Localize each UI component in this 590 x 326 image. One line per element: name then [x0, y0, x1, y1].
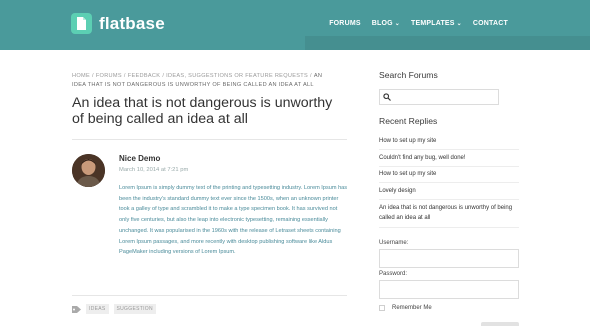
breadcrumb-separator: /: [162, 73, 165, 79]
breadcrumb-home[interactable]: HOME: [72, 73, 90, 79]
document-icon: [71, 13, 92, 34]
header-band: [305, 36, 590, 50]
page-title: An idea that is not dangerous is unworth…: [72, 95, 333, 127]
chevron-down-icon: ⌄: [394, 21, 400, 27]
search-heading: Search Forums: [379, 70, 438, 80]
tag-item[interactable]: IDEAS: [86, 304, 109, 314]
recent-reply-link[interactable]: An idea that is not dangerous is unworth…: [379, 204, 519, 223]
reply-divider: [379, 149, 519, 150]
chevron-down-icon: ⌄: [456, 21, 462, 27]
breadcrumb-separator: /: [123, 73, 126, 79]
tag-icon: [72, 305, 81, 313]
search-box[interactable]: [379, 89, 499, 105]
username-field[interactable]: [379, 249, 519, 268]
nav-forums-label: FORUMS: [329, 20, 361, 27]
username-label: Username:: [379, 240, 409, 246]
nav-contact-label: CONTACT: [472, 20, 508, 27]
avatar: [72, 154, 105, 187]
post-divider: [72, 295, 347, 296]
recent-reply-link[interactable]: How to set up my site: [379, 170, 519, 180]
site-logo[interactable]: flatbase: [71, 13, 165, 34]
reply-divider: [379, 182, 519, 183]
reply-divider: [379, 199, 519, 200]
breadcrumb-feedback[interactable]: FEEDBACK: [128, 73, 161, 79]
main-nav: FORUMS BLOG ⌄ TEMPLATES ⌄ CONTACT: [329, 20, 508, 27]
tag-item[interactable]: SUGGESTION: [113, 304, 156, 314]
search-icon: [383, 93, 391, 101]
post-date: March 10, 2014 at 7:21 pm: [119, 167, 189, 173]
recent-replies-heading: Recent Replies: [379, 116, 438, 126]
nav-contact[interactable]: CONTACT: [473, 20, 508, 27]
password-label: Password:: [379, 271, 408, 277]
remember-me[interactable]: Remember Me: [379, 305, 432, 311]
login-button[interactable]: [481, 322, 519, 326]
recent-reply-link[interactable]: Lovely design: [379, 187, 519, 197]
password-field[interactable]: [379, 280, 519, 299]
nav-templates[interactable]: TEMPLATES ⌄: [411, 20, 462, 27]
logo-text: flatbase: [99, 13, 165, 33]
breadcrumb: HOME / FORUMS / FEEDBACK / IDEAS, SUGGESTIONS …: [72, 72, 327, 90]
nav-templates-label: TEMPLATES: [410, 20, 455, 27]
reply-divider: [379, 227, 519, 228]
breadcrumb-separator: /: [310, 73, 312, 79]
reply-divider: [379, 166, 519, 167]
breadcrumb-separator: /: [91, 73, 94, 79]
breadcrumb-ideas[interactable]: IDEAS, SUGGESTIONS OR FEATURE REQUESTS: [166, 73, 308, 79]
recent-reply-link[interactable]: Couldn't find any bug, well done!: [379, 154, 519, 164]
remember-label: Remember Me: [392, 305, 432, 311]
title-divider: [72, 139, 347, 140]
recent-reply-link[interactable]: How to set up my site: [379, 137, 519, 147]
nav-blog[interactable]: BLOG ⌄: [372, 20, 400, 27]
author-name[interactable]: Nice Demo: [119, 154, 160, 163]
site-header: flatbase FORUMS BLOG ⌄ TEMPLATES ⌄ CONTACT: [0, 0, 590, 50]
nav-forums[interactable]: FORUMS: [329, 20, 361, 27]
post-body: Lorem Ipsum is simply dummy text of the …: [119, 185, 348, 256]
search-input[interactable]: [394, 91, 496, 103]
tag-list: IDEAS SUGGESTION: [72, 304, 156, 314]
nav-blog-label: BLOG: [371, 20, 393, 27]
remember-checkbox[interactable]: [379, 305, 385, 311]
breadcrumb-forums[interactable]: FORUMS: [96, 73, 122, 79]
